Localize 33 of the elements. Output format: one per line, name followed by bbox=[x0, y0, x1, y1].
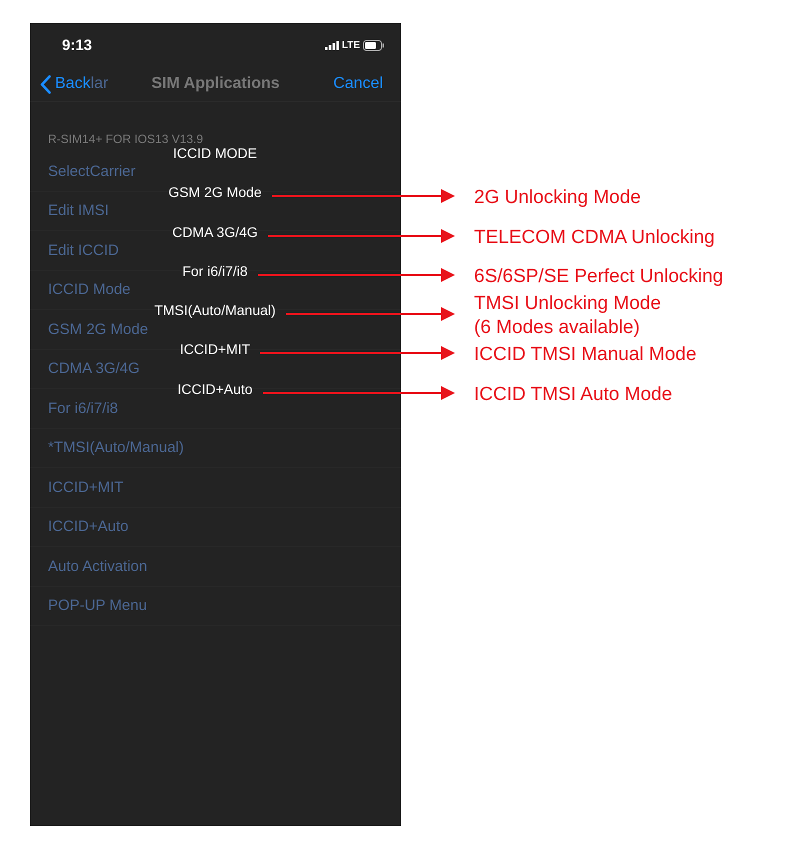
annotation-label: 2G Unlocking Mode bbox=[474, 186, 641, 210]
menu-option[interactable]: ICCID+MIT bbox=[180, 339, 250, 360]
battery-icon bbox=[363, 40, 385, 50]
list-item[interactable]: CDMA 3G/4G bbox=[48, 360, 140, 378]
list-item[interactable]: ICCID Mode bbox=[48, 281, 131, 298]
menu-option[interactable]: GSM 2G Mode bbox=[168, 182, 262, 202]
list-item[interactable]: GSM 2G Mode bbox=[48, 320, 148, 338]
status-time: 9:13 bbox=[62, 36, 92, 54]
menu-option[interactable]: CDMA 3G/4G bbox=[172, 222, 258, 242]
network-label: LTE bbox=[342, 40, 360, 50]
cancel-button[interactable]: Cancel bbox=[333, 75, 383, 93]
nav-title: SIM Applications bbox=[151, 75, 280, 92]
annotation-label: TELECOM CDMA Unlocking bbox=[474, 226, 715, 250]
list-item[interactable]: *TMSI(Auto/Manual) bbox=[48, 439, 184, 456]
list-item[interactable]: For i6/i7/i8 bbox=[48, 400, 118, 417]
list-item[interactable]: ICCID+Auto bbox=[48, 518, 128, 536]
annotation-label: 6S/6SP/SE Perfect Unlocking bbox=[474, 264, 724, 289]
menu-option[interactable]: For i6/i7/i8 bbox=[182, 260, 248, 281]
list-item[interactable]: Edit IMSI bbox=[48, 202, 109, 220]
menu-option[interactable]: TMSI(Auto/Manual) bbox=[154, 300, 276, 320]
back-button[interactable]: Back bbox=[40, 74, 91, 94]
back-title-tail: lar bbox=[90, 75, 108, 93]
list-item[interactable]: ICCID+MIT bbox=[48, 478, 124, 496]
chevron-icon bbox=[40, 74, 51, 94]
list-item[interactable]: POP-UP Menu bbox=[48, 597, 147, 614]
signal-icon bbox=[324, 40, 339, 50]
menu-option[interactable]: ICCID+Auto bbox=[177, 378, 253, 399]
list-item[interactable]: SelectCarrier bbox=[48, 162, 136, 180]
annotation-label: ICCID TMSI Manual Mode bbox=[474, 343, 696, 368]
annotation-label: ICCID TMSI Auto Mode bbox=[474, 382, 672, 407]
list-item[interactable]: Auto Activation bbox=[48, 558, 148, 575]
annotation-label: TMSI Unlocking Mode (6 Modes available) bbox=[474, 292, 661, 340]
list-item[interactable]: Edit ICCID bbox=[48, 242, 119, 259]
